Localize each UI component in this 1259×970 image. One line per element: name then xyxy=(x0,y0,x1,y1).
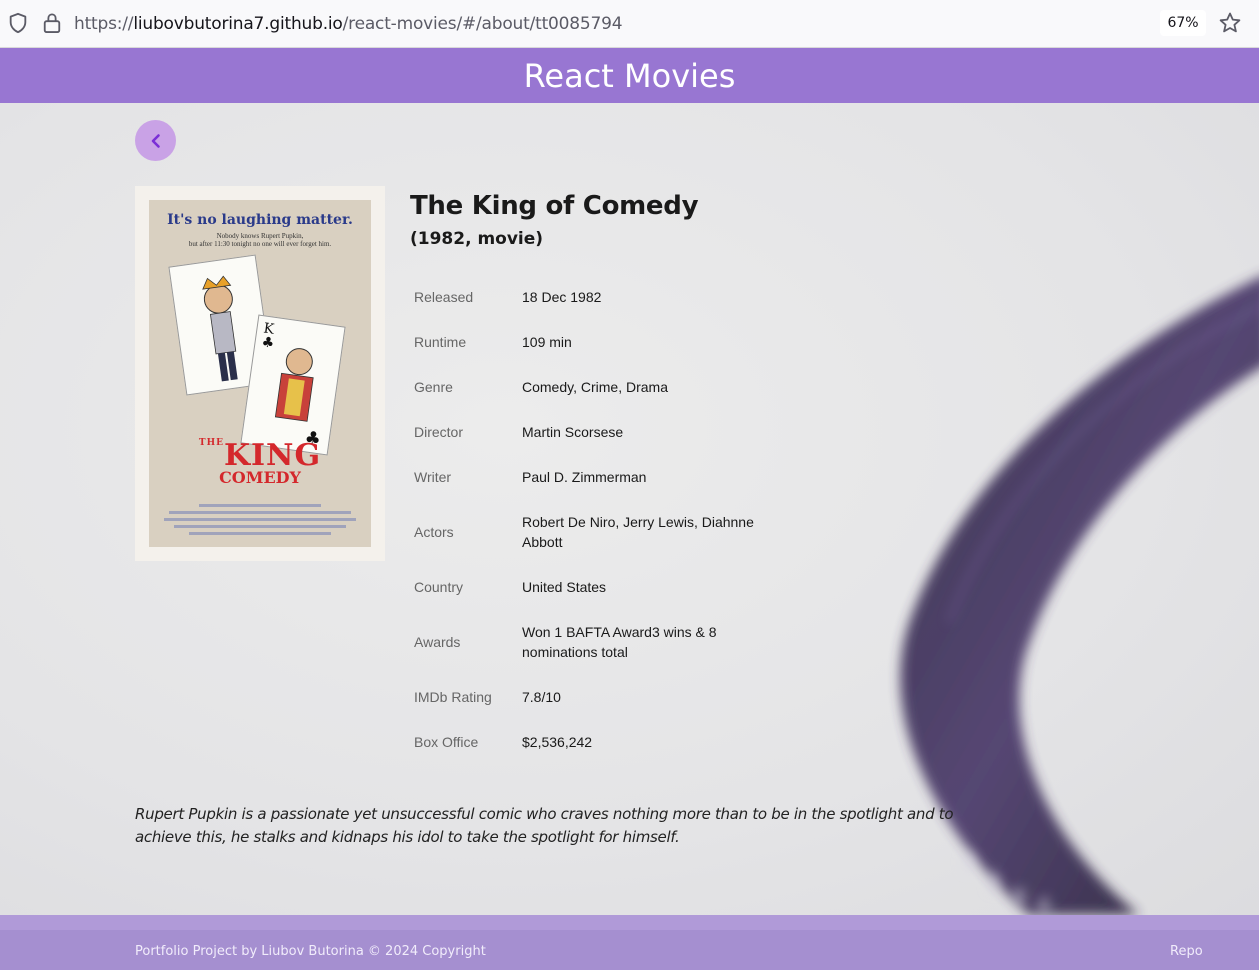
details-value: Martin Scorsese xyxy=(522,424,624,440)
details-label: Genre xyxy=(414,379,453,395)
details-row-writer: Writer Paul D. Zimmerman xyxy=(414,467,754,487)
poster-king-card: K ♣ ♣ xyxy=(240,314,346,456)
app-header: React Movies xyxy=(0,48,1259,103)
details-row-released: Released 18 Dec 1982 xyxy=(414,287,754,307)
movie-poster: It's no laughing matter. Nobody knows Ru… xyxy=(135,186,385,561)
details-row-runtime: Runtime 109 min xyxy=(414,332,754,352)
poster-subline-2: but after 11:30 tonight no one will ever… xyxy=(188,240,332,248)
details-label: Director xyxy=(414,424,464,440)
shield-icon[interactable] xyxy=(7,12,29,34)
details-label: Writer xyxy=(414,469,452,485)
zoom-level-button[interactable]: 67% xyxy=(1160,10,1206,36)
details-row-genre: Genre Comedy, Crime, Drama xyxy=(414,377,754,397)
poster-artwork: It's no laughing matter. Nobody knows Ru… xyxy=(149,200,371,547)
details-label: Awards xyxy=(414,634,461,650)
star-icon[interactable] xyxy=(1218,11,1242,35)
browser-address-bar: https://liubovbutorina7.github.io/react-… xyxy=(0,0,1259,48)
movie-plot: Rupert Pupkin is a passionate yet unsucc… xyxy=(135,805,954,846)
details-label: Runtime xyxy=(414,334,467,350)
footer-copyright: Portfolio Project by Liubov Butorina © 2… xyxy=(135,944,486,959)
poster-credits xyxy=(159,500,361,540)
details-value: 109 min xyxy=(522,334,572,350)
details-row-box-office: Box Office $2,536,242 xyxy=(414,732,754,752)
details-row-country: Country United States xyxy=(414,577,754,597)
details-value: $2,536,242 xyxy=(522,734,593,750)
poster-tagline: It's no laughing matter. xyxy=(167,212,353,228)
details-value: Robert De Niro, Jerry Lewis, Diahnne Abb… xyxy=(522,514,754,550)
repo-link[interactable]: Repo xyxy=(1170,944,1203,959)
film-reel-background-image xyxy=(900,277,1259,915)
poster-subline-1: Nobody knows Rupert Pupkin, xyxy=(216,232,304,240)
url-prefix: https:// xyxy=(74,14,134,34)
details-row-director: Director Martin Scorsese xyxy=(414,422,754,442)
back-button[interactable] xyxy=(135,120,176,161)
movie-details-page: It's no laughing matter. Nobody knows Ru… xyxy=(0,103,1259,915)
poster-title-comedy: COMEDY xyxy=(219,468,301,487)
details-value: Comedy, Crime, Drama xyxy=(522,379,668,395)
details-value: 7.8/10 xyxy=(522,689,561,705)
details-row-awards: Awards Won 1 BAFTA Award3 wins & 8 nomin… xyxy=(414,622,754,662)
url-host: liubovbutorina7.github.io xyxy=(133,14,343,34)
details-label: Country xyxy=(414,579,464,595)
details-value: 18 Dec 1982 xyxy=(522,289,602,305)
details-value: Won 1 BAFTA Award3 wins & 8 nominations … xyxy=(522,624,717,660)
details-row-imdb-rating: IMDb Rating 7.8/10 xyxy=(414,687,754,707)
poster-title-the: THE xyxy=(198,438,224,448)
details-value: Paul D. Zimmerman xyxy=(522,469,647,485)
details-label: Released xyxy=(414,289,474,305)
url-field[interactable]: https://liubovbutorina7.github.io/react-… xyxy=(74,14,623,34)
details-label: IMDb Rating xyxy=(414,689,492,705)
svg-text:♣: ♣ xyxy=(261,334,276,352)
details-row-actors: Actors Robert De Niro, Jerry Lewis, Diah… xyxy=(414,512,754,552)
app-title[interactable]: React Movies xyxy=(524,57,736,95)
poster-subline: Nobody knows Rupert Pupkin, but after 11… xyxy=(149,232,371,248)
chevron-left-icon xyxy=(151,133,160,148)
details-label: Box Office xyxy=(414,734,479,750)
details-label: Actors xyxy=(414,524,454,540)
movie-year-type: (1982, movie) xyxy=(410,229,544,249)
details-value: United States xyxy=(522,579,607,595)
lock-icon[interactable] xyxy=(42,12,62,34)
footer-divider xyxy=(0,915,1259,930)
url-path: /react-movies/#/about/tt0085794 xyxy=(342,14,623,34)
movie-title: The King of Comedy xyxy=(410,191,699,221)
